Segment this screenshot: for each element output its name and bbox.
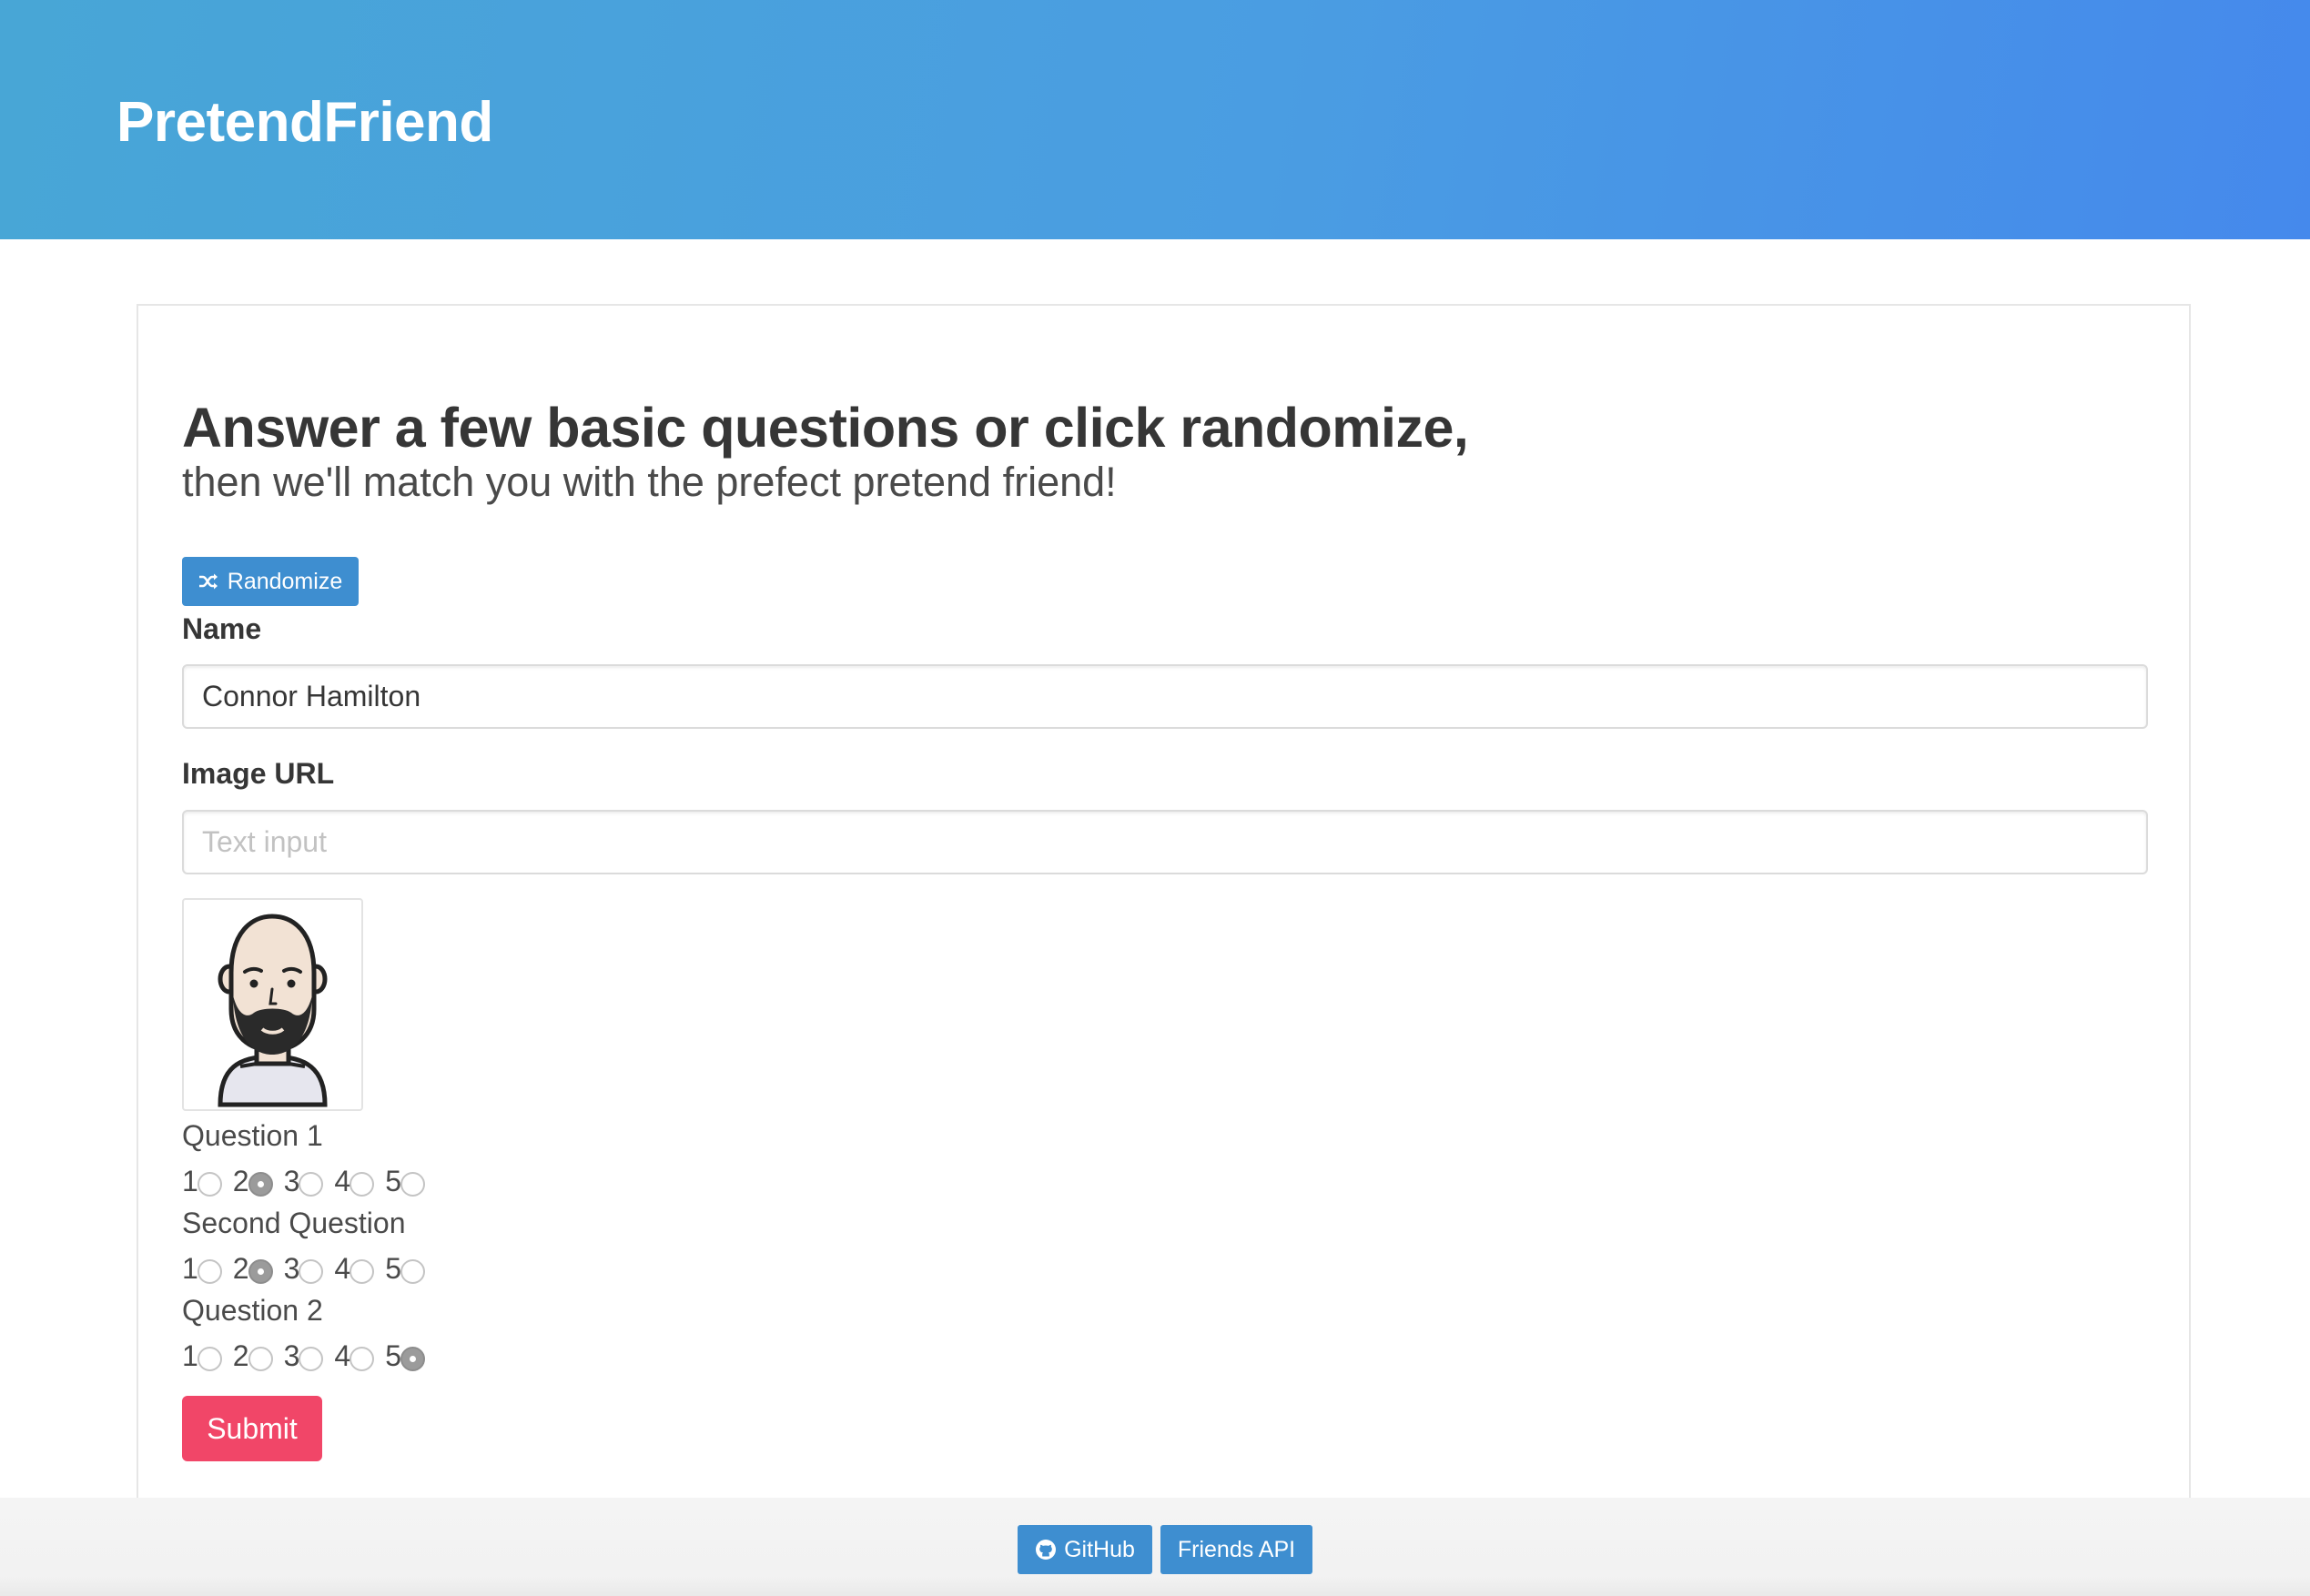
radio-button[interactable] (197, 1171, 222, 1197)
page-title: Answer a few basic questions or click ra… (182, 397, 1469, 459)
avatar-preview (182, 898, 363, 1111)
randomize-button-label: Randomize (227, 568, 343, 594)
footer (0, 1498, 2310, 1596)
question-1-option-1[interactable]: 1 (182, 1163, 222, 1199)
submit-button[interactable]: Submit (182, 1396, 322, 1461)
question-2-option-5[interactable]: 5 (385, 1250, 425, 1287)
question-1-option-4[interactable]: 4 (334, 1163, 375, 1199)
question-1-option-5[interactable]: 5 (385, 1163, 425, 1199)
page-subtitle: then we'll match you with the prefect pr… (182, 459, 1117, 505)
question-1-options: 1 2 3 4 5 (182, 1163, 436, 1199)
image-url-input[interactable] (182, 810, 2148, 874)
question-2-option-1[interactable]: 1 (182, 1250, 222, 1287)
radio-button[interactable] (248, 1346, 273, 1371)
image-url-label: Image URL (182, 757, 335, 790)
question-3-option-5[interactable]: 5 (385, 1338, 425, 1374)
question-1-option-2[interactable]: 2 (233, 1163, 273, 1199)
radio-button[interactable] (350, 1171, 375, 1197)
radio-button[interactable] (350, 1258, 375, 1284)
radio-button[interactable] (400, 1258, 425, 1284)
question-2-option-4[interactable]: 4 (334, 1250, 375, 1287)
question-3-option-3[interactable]: 3 (284, 1338, 324, 1374)
radio-button-selected[interactable] (248, 1258, 273, 1284)
github-button[interactable]: GitHub (1018, 1525, 1152, 1574)
question-3-options: 1 2 3 4 5 (182, 1338, 436, 1374)
radio-button[interactable] (197, 1258, 222, 1284)
radio-button[interactable] (400, 1171, 425, 1197)
radio-button[interactable] (299, 1258, 324, 1284)
question-1-label: Question 1 (182, 1119, 323, 1152)
question-3-option-4[interactable]: 4 (334, 1338, 375, 1374)
github-button-label: GitHub (1064, 1536, 1135, 1562)
randomize-button[interactable]: Randomize (182, 557, 359, 606)
github-icon (1035, 1539, 1064, 1561)
question-2-options: 1 2 3 4 5 (182, 1250, 436, 1287)
friends-api-button[interactable]: Friends API (1160, 1525, 1312, 1574)
question-3-label: Question 2 (182, 1294, 323, 1327)
shuffle-icon (198, 572, 228, 591)
question-2-option-3[interactable]: 3 (284, 1250, 324, 1287)
radio-button-selected[interactable] (248, 1171, 273, 1197)
brand-title: PretendFriend (117, 91, 493, 154)
radio-button[interactable] (197, 1346, 222, 1371)
question-2-option-2[interactable]: 2 (233, 1250, 273, 1287)
question-2-label: Second Question (182, 1207, 406, 1239)
radio-button-selected[interactable] (400, 1346, 425, 1371)
avatar-image (218, 914, 328, 1107)
name-label: Name (182, 612, 262, 645)
radio-button[interactable] (350, 1346, 375, 1371)
radio-button[interactable] (299, 1346, 324, 1371)
question-1-option-3[interactable]: 3 (284, 1163, 324, 1199)
hero-header: PretendFriend (0, 0, 2310, 239)
question-3-option-1[interactable]: 1 (182, 1338, 222, 1374)
radio-button[interactable] (299, 1171, 324, 1197)
question-3-option-2[interactable]: 2 (233, 1338, 273, 1374)
name-input[interactable] (182, 664, 2148, 729)
